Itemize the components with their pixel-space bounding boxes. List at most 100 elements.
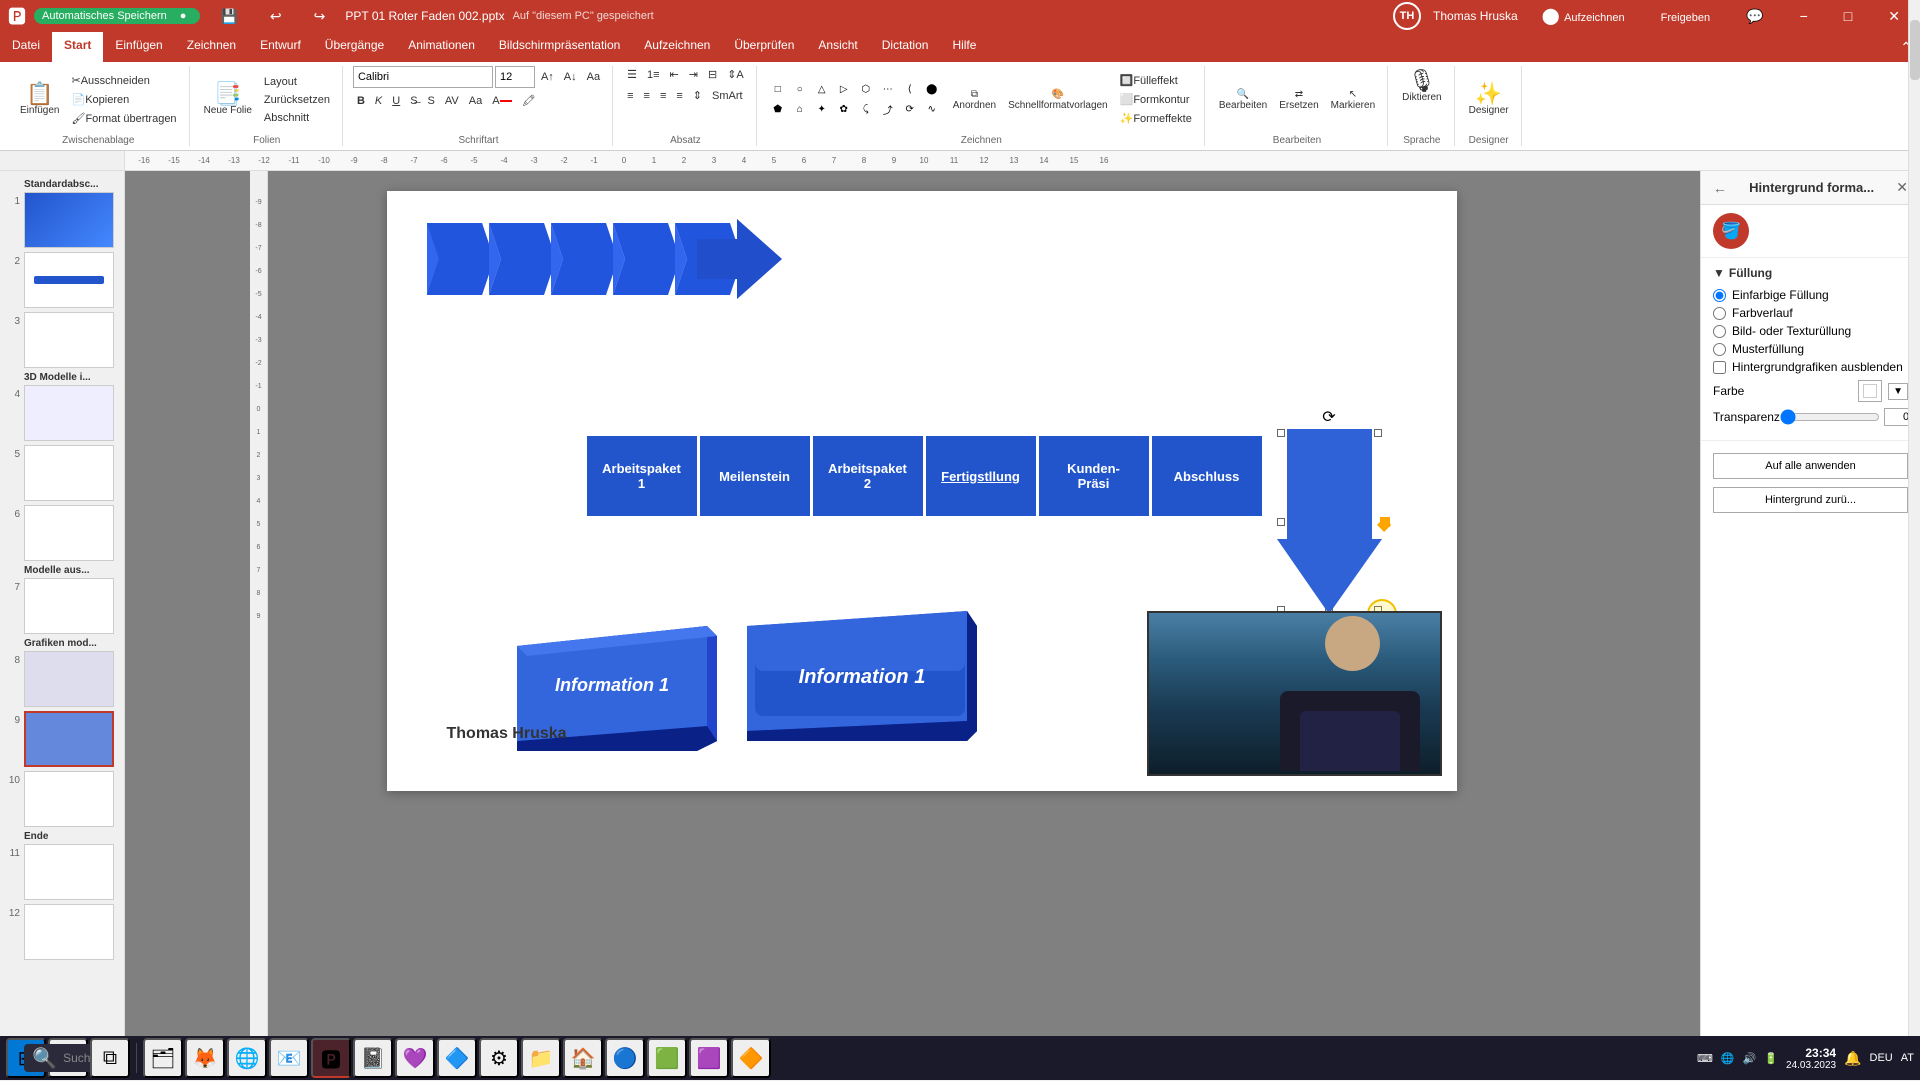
layout-button[interactable]: Layout — [260, 74, 334, 90]
font-size-input[interactable] — [495, 66, 535, 88]
picture-fill-option[interactable]: Bild- oder Texturüllung — [1713, 324, 1908, 338]
slide-thumb-4[interactable]: 4 — [4, 385, 120, 441]
taskbar-app8[interactable]: 🔶 — [731, 1038, 771, 1078]
shape-btn[interactable]: ✦ — [813, 101, 831, 119]
shape-btn[interactable]: ⤹ — [857, 101, 875, 119]
selected-shape-container[interactable]: ⟳ — [1277, 429, 1382, 614]
minimize-button[interactable]: − — [1788, 4, 1820, 28]
autosave-state[interactable]: ● — [174, 9, 193, 23]
align-left-button[interactable]: ≡ — [623, 88, 637, 104]
shape-btn[interactable]: ⋯ — [879, 81, 897, 99]
slide-thumb-11[interactable]: 11 — [4, 844, 120, 900]
align-right-button[interactable]: ≡ — [656, 88, 670, 104]
picture-fill-radio[interactable] — [1713, 325, 1726, 338]
clear-format-btn[interactable]: Aa — [583, 69, 604, 85]
3d-arrow-element[interactable] — [427, 219, 787, 302]
pattern-fill-option[interactable]: Musterfüllung — [1713, 342, 1908, 356]
taskbar-app3[interactable]: 📁 — [521, 1038, 561, 1078]
cut-button[interactable]: ✂ Ausschneiden — [67, 72, 180, 89]
undo-button[interactable]: ↩ — [258, 4, 294, 29]
process-box-1[interactable]: Arbeitspaket1 — [587, 436, 697, 516]
shadow-button[interactable]: S — [424, 93, 439, 109]
canvas-area[interactable]: -9 -8 -7 -6 -5 -4 -3 -2 -1 0 1 2 3 4 5 6… — [125, 171, 1700, 1056]
3d-button-2[interactable]: Information 1 — [747, 611, 977, 749]
close-button[interactable]: ✕ — [1876, 4, 1912, 29]
shape-btn[interactable]: ⌂ — [791, 101, 809, 119]
tab-ueberpruefen[interactable]: Überprüfen — [722, 32, 806, 62]
record-top-button[interactable]: ⬤ Aufzeichnen — [1530, 2, 1637, 30]
maximize-button[interactable]: □ — [1832, 4, 1864, 28]
tab-einfuegen[interactable]: Einfügen — [103, 32, 174, 62]
taskbar-onenote[interactable]: 📓 — [353, 1038, 393, 1078]
taskbar-app5[interactable]: 🔵 — [605, 1038, 645, 1078]
reset-button[interactable]: Zurücksetzen — [260, 92, 334, 108]
shape-btn[interactable]: ⬤ — [923, 81, 941, 99]
shape-btn[interactable]: □ — [769, 81, 787, 99]
shape-btn[interactable]: ✿ — [835, 101, 853, 119]
slide-thumb-3[interactable]: 3 — [4, 312, 120, 368]
justify-button[interactable]: ≡ — [672, 88, 686, 104]
color-picker-button[interactable] — [1858, 380, 1882, 402]
slide-canvas[interactable]: Arbeitspaket1 Meilenstein Arbeitspaket2 … — [387, 191, 1457, 791]
search-taskbar-button[interactable]: 🔍 Suchen — [48, 1038, 88, 1078]
new-slide-button[interactable]: 📑 Neue Folie — [200, 79, 256, 120]
shape-btn[interactable]: ∿ — [923, 101, 941, 119]
panel-close-button[interactable]: ✕ — [1896, 179, 1908, 196]
solid-fill-option[interactable]: Einfarbige Füllung — [1713, 288, 1908, 302]
pattern-fill-radio[interactable] — [1713, 343, 1726, 356]
shape-effects-button[interactable]: ✨ Formeffekte — [1116, 110, 1196, 127]
shape-btn[interactable]: ⬡ — [857, 81, 875, 99]
tab-aufzeichnen[interactable]: Aufzeichnen — [632, 32, 722, 62]
process-box-2[interactable]: Meilenstein — [700, 436, 810, 516]
underline-button[interactable]: U — [388, 93, 404, 109]
bullets-button[interactable]: ☰ — [623, 66, 641, 83]
process-box-5[interactable]: Kunden-Präsi — [1039, 436, 1149, 516]
shape-btn[interactable]: △ — [813, 81, 831, 99]
reset-bg-button[interactable]: Hintergrund zurü... — [1713, 487, 1908, 513]
comments-button[interactable]: 💬 — [1734, 4, 1775, 29]
case-button[interactable]: Aa — [465, 93, 486, 109]
indent-less-button[interactable]: ⇤ — [666, 66, 683, 83]
rotate-handle[interactable]: ⟳ — [1322, 407, 1335, 427]
tab-zeichnen[interactable]: Zeichnen — [175, 32, 248, 62]
shape-btn[interactable]: ⟳ — [901, 101, 919, 119]
format-copy-button[interactable]: 🖌 Format übertragen — [67, 110, 180, 127]
gradient-fill-radio[interactable] — [1713, 307, 1726, 320]
slide-thumb-9[interactable]: 9 — [4, 711, 120, 767]
slide-thumb-12[interactable]: 12 — [4, 904, 120, 960]
decrease-font-btn[interactable]: A↓ — [560, 69, 581, 85]
copy-button[interactable]: 📄 Kopieren — [67, 91, 180, 108]
shape-btn[interactable]: ⤴ — [879, 101, 897, 119]
task-view-button[interactable]: ⧉ — [90, 1038, 130, 1078]
slide-thumb-5[interactable]: 5 — [4, 445, 120, 501]
highlight-button[interactable]: 🖍 — [518, 92, 540, 109]
smartart-button[interactable]: SmArt — [708, 88, 747, 104]
taskbar-teams[interactable]: 💜 — [395, 1038, 435, 1078]
tab-hilfe[interactable]: Hilfe — [940, 32, 988, 62]
columns-button[interactable]: ⊟ — [704, 66, 721, 83]
transparency-slider[interactable] — [1780, 409, 1880, 425]
panel-scrollbar[interactable]: ▼ — [1908, 171, 1920, 1056]
share-button[interactable]: Freigeben — [1649, 4, 1723, 28]
tab-praesentation[interactable]: Bildschirmpräsentation — [487, 32, 632, 62]
slide-thumb-7[interactable]: 7 — [4, 578, 120, 634]
save-button[interactable]: 💾 — [208, 4, 249, 29]
taskbar-outlook[interactable]: 📧 — [269, 1038, 309, 1078]
taskbar-firefox[interactable]: 🦊 — [185, 1038, 225, 1078]
slide-thumb-10[interactable]: 10 — [4, 771, 120, 827]
taskbar-app7[interactable]: 🟪 — [689, 1038, 729, 1078]
tab-dictation[interactable]: Dictation — [870, 32, 941, 62]
quick-styles-button[interactable]: 🎨 Schnellformatvorlagen — [1004, 85, 1112, 115]
apply-all-button[interactable]: Auf alle anwenden — [1713, 453, 1908, 479]
taskbar-app1[interactable]: 🔷 — [437, 1038, 477, 1078]
panel-back-button[interactable]: ← — [1713, 180, 1727, 196]
arrange-button[interactable]: ⧉ Anordnen — [949, 85, 1000, 115]
slide-thumb-2[interactable]: 2 — [4, 252, 120, 308]
tab-start[interactable]: Start — [52, 32, 103, 62]
fill-icon-button[interactable]: 🪣 — [1713, 213, 1749, 249]
taskbar-chrome[interactable]: 🌐 — [227, 1038, 267, 1078]
shape-btn[interactable]: ▷ — [835, 81, 853, 99]
font-name-input[interactable] — [353, 66, 493, 88]
numbering-button[interactable]: 1≡ — [643, 67, 664, 83]
shape-btn[interactable]: ⬟ — [769, 101, 787, 119]
